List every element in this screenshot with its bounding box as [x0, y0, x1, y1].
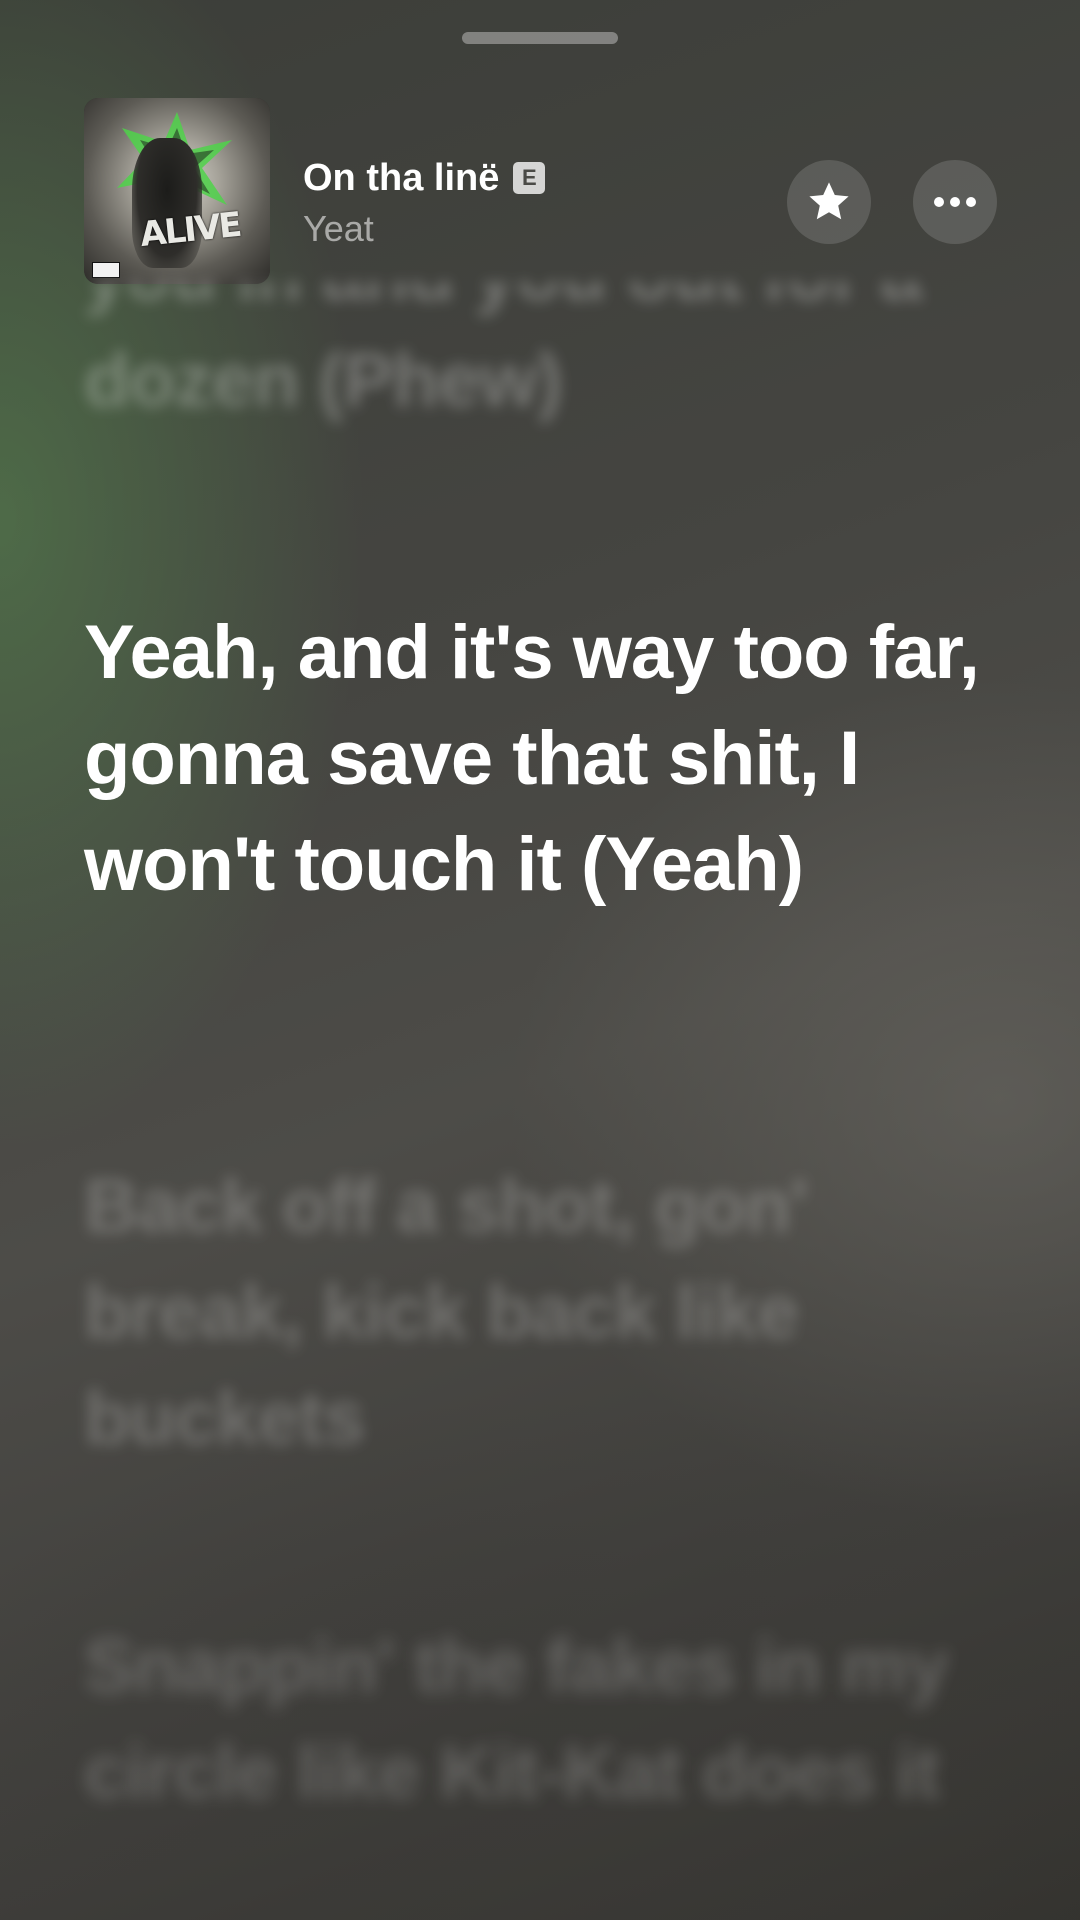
star-icon — [809, 182, 849, 220]
lyric-line-previous[interactable]: you in and you out for a dozen (Phew) — [84, 282, 984, 478]
lyric-line-previous-text: you in and you out for a dozen (Phew) — [84, 282, 922, 423]
now-playing-header: ALIVE On tha linë E Yeat — [84, 98, 997, 288]
ellipsis-icon — [934, 197, 976, 207]
explicit-badge: E — [513, 162, 546, 194]
artist-name[interactable]: Yeat — [303, 208, 374, 250]
favorite-button[interactable] — [787, 160, 871, 244]
more-options-button[interactable] — [913, 160, 997, 244]
sheet-grabber-handle[interactable] — [462, 32, 618, 44]
lyric-line-current[interactable]: Yeah, and it's way too far, gonna save t… — [84, 600, 984, 918]
album-artwork[interactable]: ALIVE — [84, 98, 270, 284]
lyric-line-next[interactable]: Back off a shot, gon' break, kick back l… — [84, 1154, 984, 1472]
lyric-line-next[interactable]: Snappin' the fakes in my circle like Kit… — [84, 1614, 984, 1826]
song-title[interactable]: On tha linë — [303, 157, 499, 200]
lyrics-screen: ALIVE On tha linë E Yeat you in and you … — [0, 0, 1080, 1920]
parental-advisory-label — [92, 262, 120, 278]
song-title-row: On tha linë E — [303, 156, 546, 200]
